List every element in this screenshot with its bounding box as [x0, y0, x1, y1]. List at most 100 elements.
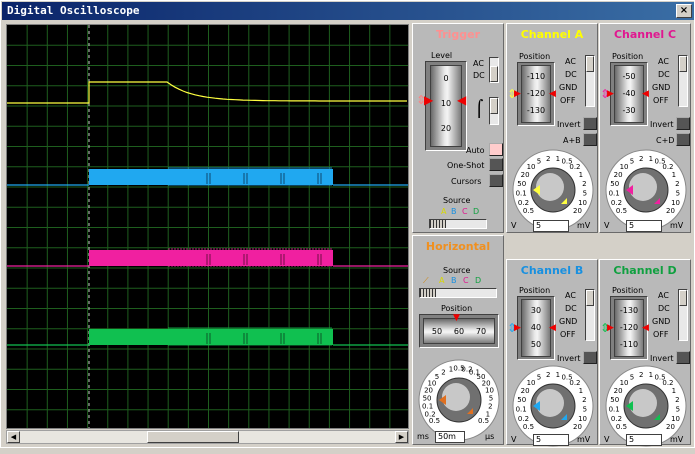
dial-tick-label: 0.5	[616, 423, 627, 431]
trigger-level-pointer-icon: ◀	[457, 93, 467, 107]
dial-tick-label: 5	[630, 374, 634, 382]
dial-tick-label: 0.1	[422, 403, 433, 411]
horizontal-source-b: B	[451, 276, 457, 285]
dial-tick-label: 5	[583, 405, 587, 413]
scroll-right-button[interactable]: ▶	[395, 431, 408, 443]
dial-tick-label: 50	[517, 180, 526, 188]
channel-b-coupling-switch[interactable]	[585, 289, 595, 341]
trigger-source-c: C	[462, 207, 468, 216]
trigger-oneshot-button[interactable]	[489, 158, 503, 171]
trigger-level-label: Level	[431, 51, 453, 60]
horizontal-source-c: C	[463, 276, 469, 285]
channel-d-coupling-gnd: GND	[652, 317, 671, 326]
trigger-title: Trigger	[435, 28, 481, 41]
dial-tick-label: 0.5	[616, 207, 627, 215]
channel-b-unit-v: V	[511, 435, 517, 444]
dial-tick-label: 50	[423, 395, 432, 403]
scope-trace-plot	[7, 25, 408, 428]
channel-c-title: Channel C	[613, 28, 677, 41]
dial-tick-label: 2	[441, 368, 445, 376]
trigger-mode-oneshot-label: One-Shot	[447, 161, 485, 170]
dial-tick-label: 10	[671, 415, 680, 423]
horizontal-position-marker-icon: ▼	[453, 313, 460, 323]
dial-tick-label: 20	[424, 387, 433, 395]
dial-tick-label: 20	[573, 207, 582, 215]
channel-a-panel: Channel A Position -110 -120 -130 ⇕ ▶ ◀ …	[506, 23, 598, 233]
channel-a-position-label: Position	[519, 52, 551, 61]
horizontal-timebase-value: 50m	[435, 431, 465, 443]
channel-c-invert-label: Invert	[650, 120, 674, 129]
dial-tick-label: 0.2	[425, 410, 436, 418]
channel-c-invert-button[interactable]	[676, 117, 690, 130]
horizontal-source-ramp-icon: ⟋	[423, 276, 429, 285]
scroll-left-button[interactable]: ◀	[7, 431, 20, 443]
channel-d-panel: Channel D Position -130 -120 -110 ⇕ ▶ ◀ …	[599, 259, 691, 447]
dial-tick-label: 1	[579, 171, 583, 179]
dial-tick-label: 10	[620, 163, 629, 171]
channel-a-invert-label: Invert	[557, 120, 581, 129]
channel-c-trace-pulses	[168, 248, 332, 267]
dial-tick-label: 50	[610, 180, 619, 188]
channel-d-coupling-switch[interactable]	[678, 289, 688, 341]
channel-c-position-label: Position	[612, 52, 644, 61]
dial-tick-label: 10	[578, 199, 587, 207]
channel-a-coupling-switch[interactable]	[585, 55, 595, 107]
horizontal-title: Horizontal	[425, 240, 491, 253]
dial-tick-label: 1	[649, 371, 653, 379]
trigger-edge-icon: ⌠	[475, 99, 484, 118]
scope-screen[interactable]	[6, 24, 409, 429]
trigger-auto-button[interactable]	[489, 143, 503, 156]
channel-d-position-drum[interactable]: -130 -120 -110	[614, 299, 644, 357]
channel-a-coupling-ac: AC	[565, 57, 576, 66]
dial-tick-label: 0.5	[523, 207, 534, 215]
trigger-source-slider[interactable]	[429, 219, 487, 229]
dial-tick-label: 5	[676, 189, 680, 197]
dial-tick-label: 2	[582, 396, 586, 404]
channel-b-panel: Channel B Position 30 40 50 ⇕ ▶ ◀ AC DC …	[506, 259, 598, 447]
dial-tick-label: 0.1	[516, 189, 527, 197]
trigger-panel: Trigger Level 0 10 20 ⇕ ◀ ▶ AC DC ⌠ Auto…	[412, 23, 504, 233]
horizontal-scrollbar[interactable]: ◀ ▶	[6, 430, 409, 444]
trigger-cursors-button[interactable]	[489, 174, 503, 187]
trigger-coupling-ac: AC	[473, 59, 484, 68]
dial-tick-label: 10	[527, 163, 536, 171]
channel-b-position-drum[interactable]: 30 40 50	[521, 299, 551, 357]
dial-tick-label: 20	[666, 423, 675, 431]
trigger-coupling-dc: DC	[473, 71, 485, 80]
channel-b-coupling-ac: AC	[565, 291, 576, 300]
channel-a-invert-button[interactable]	[583, 117, 597, 130]
dial-tick-label: 5	[630, 158, 634, 166]
trigger-source-d: D	[473, 207, 480, 216]
channel-a-coupling-off: OFF	[560, 96, 576, 105]
channel-c-unit-mv: mV	[670, 221, 684, 230]
trigger-edge-switch[interactable]	[489, 97, 499, 125]
trigger-coupling-switch[interactable]	[489, 57, 499, 83]
dial-tick-label: 2	[675, 396, 679, 404]
dial-tick-label: 20	[614, 387, 623, 395]
dial-tick-label: 0.1	[609, 189, 620, 197]
channel-c-position-drum[interactable]: -50 -40 -30	[614, 65, 644, 123]
channel-a-position-drum[interactable]: -110 -120 -130	[521, 65, 551, 123]
channel-b-position-label: Position	[519, 286, 551, 295]
horizontal-source-slider[interactable]	[419, 288, 497, 298]
channel-b-coupling-gnd: GND	[559, 317, 578, 326]
dial-tick-label: 0.2	[611, 199, 622, 207]
dial-tick-label: 5	[676, 405, 680, 413]
channel-d-unit-v: V	[604, 435, 610, 444]
dial-tick-label: 0.1	[609, 405, 620, 413]
dial-tick-label: 5	[537, 374, 541, 382]
trigger-mode-cursors-label: Cursors	[451, 177, 482, 186]
close-button[interactable]: ×	[676, 4, 692, 18]
dial-tick-label: 0.1	[516, 405, 527, 413]
channel-a-unit-v: V	[511, 221, 517, 230]
horizontal-unit-ms: ms	[417, 432, 429, 441]
dial-tick-label: 1	[556, 371, 560, 379]
channel-c-coupling-switch[interactable]	[678, 55, 688, 107]
horizontal-source-label: Source	[443, 266, 471, 275]
title-bar: Digital Oscilloscope ×	[2, 2, 694, 20]
dial-tick-label: 10	[620, 379, 629, 387]
channel-d-position-label: Position	[612, 286, 644, 295]
channel-d-unit-mv: mV	[670, 435, 684, 444]
scroll-thumb[interactable]	[147, 431, 239, 443]
channel-d-coupling-off: OFF	[653, 330, 669, 339]
